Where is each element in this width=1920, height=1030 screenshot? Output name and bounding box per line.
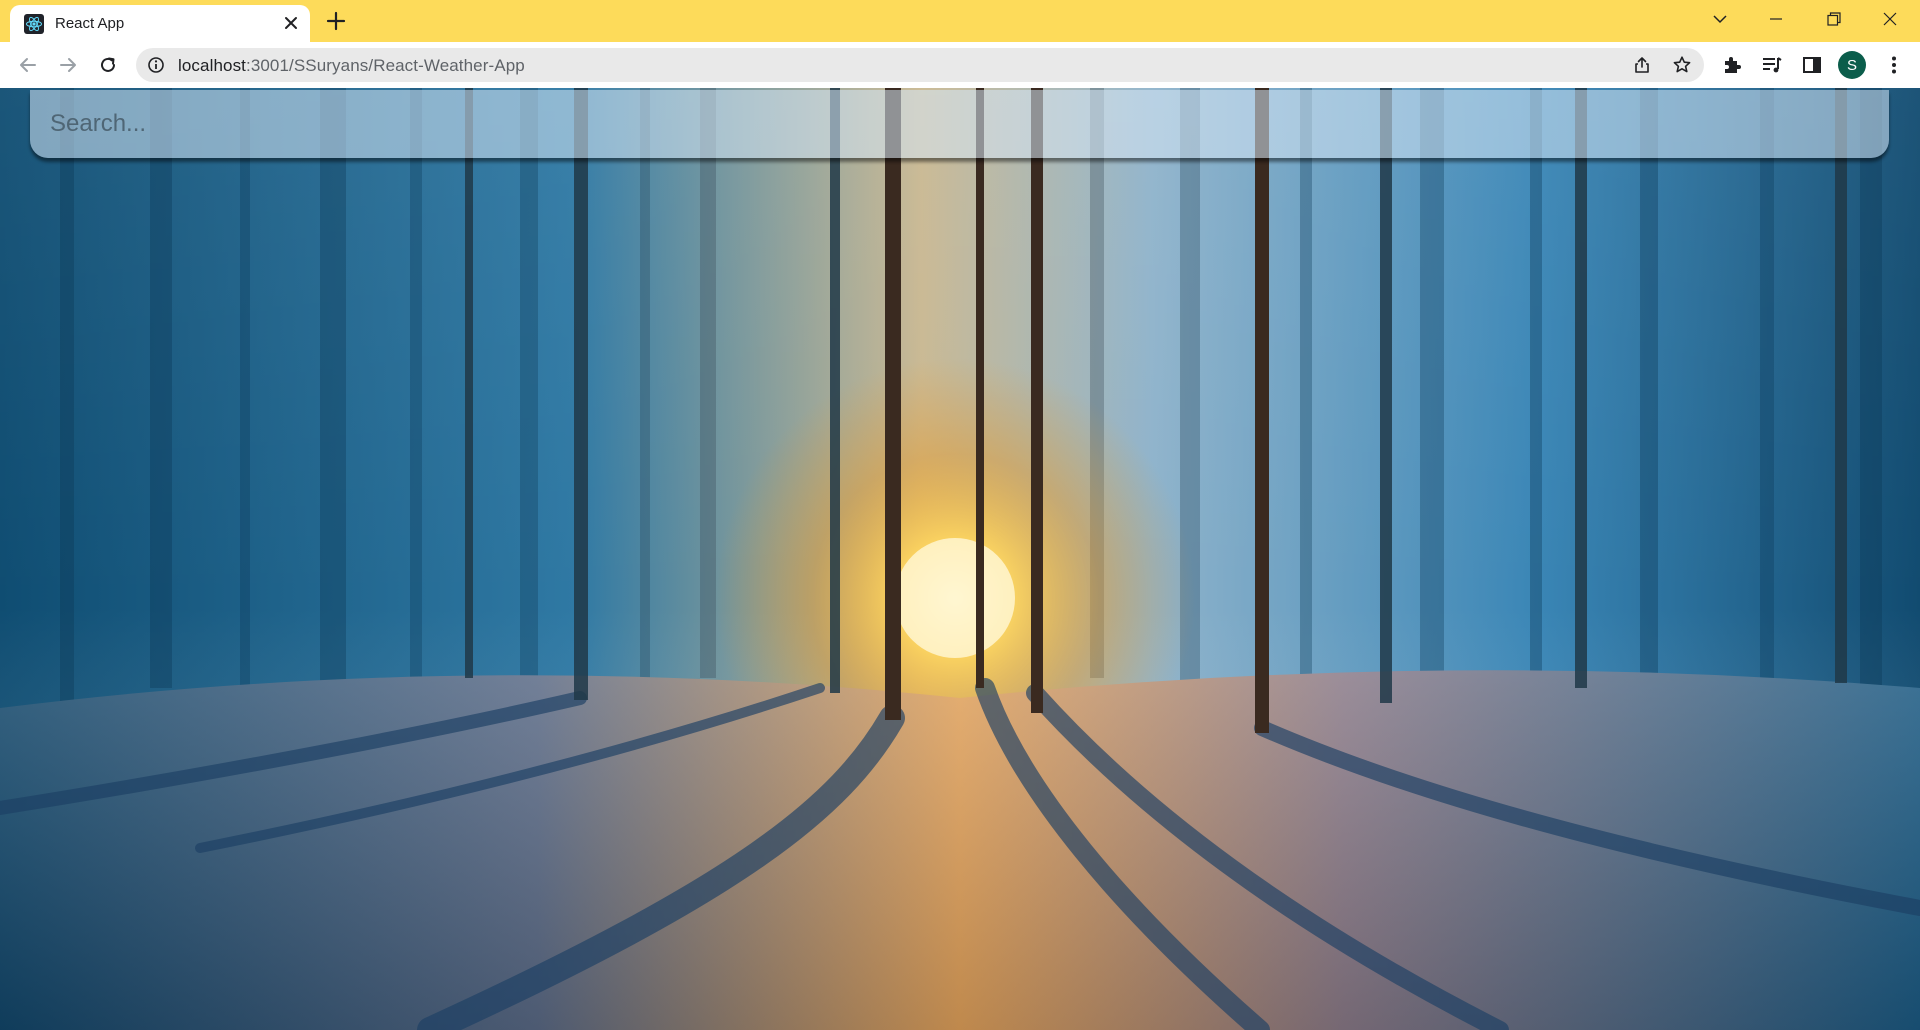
back-arrow-icon[interactable] [14,51,42,79]
site-info-icon[interactable] [147,56,165,74]
weather-app-page [0,88,1920,1030]
bookmark-star-icon[interactable] [1672,55,1692,75]
background-image [0,88,1920,1030]
tab-search-chevron-icon[interactable] [1692,0,1748,38]
profile-avatar[interactable]: S [1838,51,1866,79]
browser-titlebar: React App [0,0,1920,42]
extensions-puzzle-icon[interactable] [1721,54,1743,76]
address-bar[interactable]: localhost:3001/SSuryans/React-Weather-Ap… [136,48,1704,82]
tab-title: React App [55,15,125,32]
more-options-icon[interactable] [1883,54,1905,76]
side-panel-icon[interactable] [1801,54,1823,76]
share-icon[interactable] [1632,55,1652,75]
reading-list-icon[interactable] [1761,54,1783,76]
close-tab-icon[interactable] [282,14,300,32]
city-search-input[interactable] [30,90,1889,158]
search-bar [30,90,1889,158]
restore-icon[interactable] [1806,0,1862,38]
forward-arrow-icon[interactable] [54,51,82,79]
react-logo-icon [24,14,44,34]
reload-icon[interactable] [94,51,122,79]
minimize-icon[interactable] [1748,0,1804,38]
browser-tab-active[interactable]: React App [10,5,310,42]
new-tab-plus-icon[interactable] [325,10,347,32]
url-text[interactable]: localhost:3001/SSuryans/React-Weather-Ap… [178,56,525,76]
close-window-icon[interactable] [1862,0,1918,38]
browser-toolbar: localhost:3001/SSuryans/React-Weather-Ap… [0,42,1920,88]
url-path: :3001/SSuryans/React-Weather-App [246,56,525,75]
url-host: localhost [178,56,246,75]
